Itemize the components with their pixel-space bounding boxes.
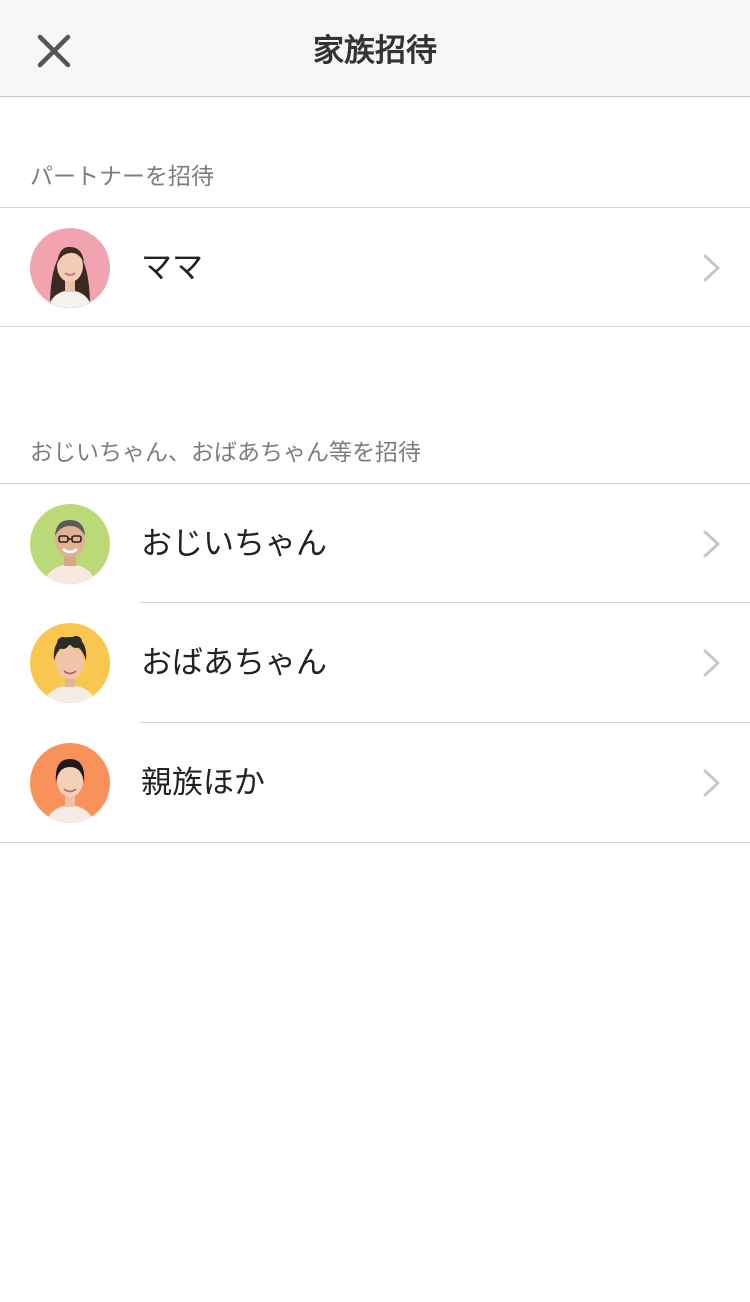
list-item-grandfather[interactable]: おじいちゃん (0, 484, 750, 603)
separator (0, 842, 750, 843)
person-avatar-icon (30, 504, 110, 584)
list-item-label: おじいちゃん (141, 526, 327, 562)
avatar-grandfather (30, 504, 110, 584)
person-avatar-icon (30, 228, 110, 308)
section-header-grandparents: おじいちゃん、おばあちゃん等を招待 (30, 440, 421, 466)
chevron-right-icon (703, 769, 720, 797)
list-item-relatives[interactable]: 親族ほか (0, 723, 750, 842)
avatar-relatives (30, 743, 110, 823)
navigation-bar: 家族招待 (0, 0, 750, 97)
chevron-right-icon (703, 649, 720, 677)
list-item-grandmother[interactable]: おばあちゃん (0, 603, 750, 722)
avatar-grandmother (30, 623, 110, 703)
person-avatar-icon (30, 623, 110, 703)
section-header-partner: パートナーを招待 (30, 164, 214, 190)
chevron-right-icon (703, 530, 720, 558)
page-title: 家族招待 (313, 33, 437, 69)
chevron-right-icon (703, 254, 720, 282)
person-avatar-icon (30, 743, 110, 823)
list-item-mama[interactable]: ママ (0, 208, 750, 327)
list-item-label: ママ (141, 250, 203, 286)
list-item-label: おばあちゃん (141, 645, 327, 681)
separator (0, 326, 750, 327)
avatar-mama (30, 228, 110, 308)
list-item-label: 親族ほか (141, 765, 265, 801)
